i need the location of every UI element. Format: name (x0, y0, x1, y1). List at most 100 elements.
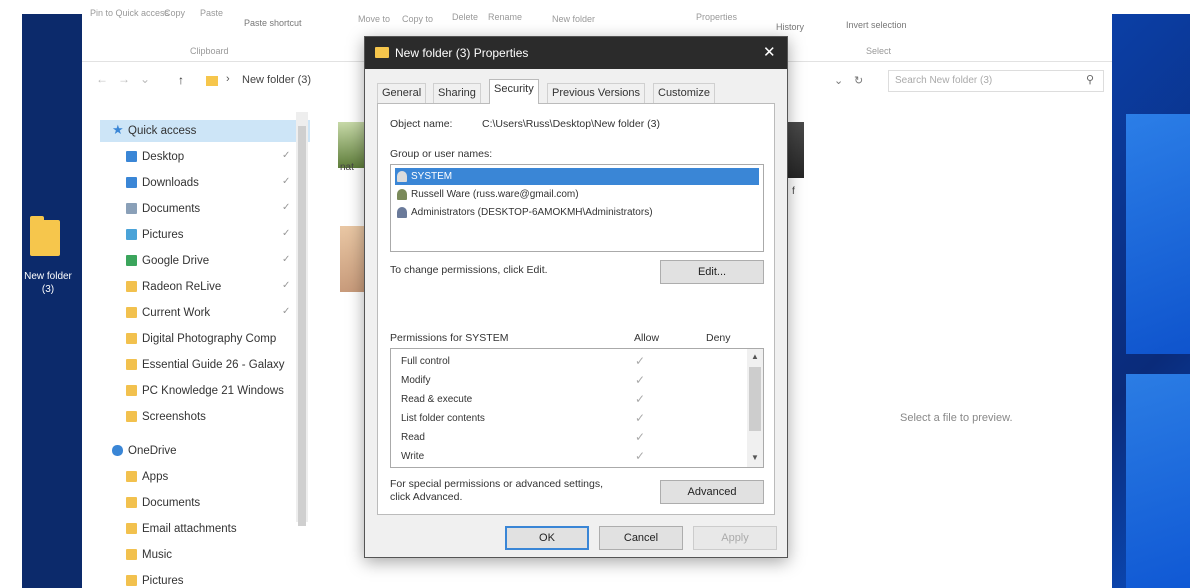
folder-icon[interactable] (30, 216, 60, 256)
pin-icon[interactable]: ✓ (282, 306, 290, 317)
copy-button[interactable]: Copy (164, 8, 185, 18)
paste-shortcut-button[interactable]: Paste shortcut (244, 18, 302, 28)
sidebar-item[interactable]: Digital Photography Comp (100, 328, 310, 350)
file-thumbnail[interactable] (788, 122, 804, 178)
sidebar-item[interactable]: Screenshots (100, 406, 310, 428)
sidebar-item[interactable]: Documents ✓ (100, 198, 310, 220)
move-to-button[interactable]: Move to (358, 14, 390, 24)
pin-icon[interactable]: ✓ (282, 202, 290, 213)
nav-scrollbar-thumb[interactable] (298, 126, 306, 526)
check-icon: ✓ (635, 354, 646, 368)
sidebar-item[interactable]: Music (100, 544, 310, 566)
properties-dialog: New folder (3) Properties ✕ General Shar… (364, 36, 788, 558)
close-icon[interactable]: ✕ (763, 43, 776, 61)
desktop-icon-label[interactable]: New folder (3) (20, 270, 76, 296)
back-arrow-icon[interactable]: ← (96, 72, 108, 86)
list-item[interactable]: Russell Ware (russ.ware@gmail.com) (395, 186, 759, 203)
pin-icon[interactable]: ✓ (282, 150, 290, 161)
up-arrow-icon[interactable]: ↑ (178, 73, 184, 87)
sidebar-item[interactable]: PC Knowledge 21 Windows (100, 380, 310, 402)
folder-icon (126, 333, 137, 344)
folder-icon (126, 359, 137, 370)
onedrive-item[interactable]: OneDrive (100, 440, 310, 462)
pin-icon[interactable]: ✓ (282, 176, 290, 187)
folder-icon (126, 203, 137, 214)
sidebar-item[interactable]: Pictures (100, 570, 310, 588)
search-input[interactable]: Search New folder (3) (888, 70, 1104, 92)
sidebar-item[interactable]: Current Work ✓ (100, 302, 310, 324)
recent-dropdown-icon[interactable]: ⌄ (140, 72, 150, 86)
sidebar-item[interactable]: Desktop ✓ (100, 146, 310, 168)
breadcrumb-path[interactable]: New folder (3) (242, 74, 311, 86)
folder-icon (126, 177, 137, 188)
sidebar-item-label: Email attachments (142, 523, 237, 535)
list-item[interactable]: Administrators (DESKTOP-6AMOKMH\Administ… (395, 204, 759, 221)
pin-quick-access-button[interactable]: Pin to Quick access (90, 8, 169, 18)
tab-sharing[interactable]: Sharing (433, 83, 481, 103)
user-group-icon (397, 171, 407, 182)
sidebar-item[interactable]: Essential Guide 26 - Galaxy (100, 354, 310, 376)
onedrive-label: OneDrive (128, 445, 177, 457)
dialog-title-bar[interactable]: New folder (3) Properties ✕ (365, 37, 787, 69)
rename-button[interactable]: Rename (488, 12, 522, 22)
permission-name: Read & execute (401, 394, 473, 405)
sidebar-item[interactable]: Google Drive ✓ (100, 250, 310, 272)
paste-button[interactable]: Paste (200, 8, 223, 18)
desktop-background-right (1112, 14, 1190, 588)
allow-column-header: Allow (634, 332, 660, 344)
pin-icon[interactable]: ✓ (282, 280, 290, 291)
sidebar-item-label: Screenshots (142, 411, 206, 423)
file-name-label[interactable]: f (792, 186, 795, 197)
sidebar-item[interactable]: Apps (100, 466, 310, 488)
sidebar-item[interactable]: Documents (100, 492, 310, 514)
select-group-label: Select (866, 46, 892, 56)
sidebar-item-label: Digital Photography Comp (142, 333, 277, 345)
search-icon[interactable]: ⚲ (1086, 73, 1094, 86)
tab-general[interactable]: General (377, 83, 427, 103)
permissions-scrollbar[interactable]: ▲ ▼ (747, 349, 763, 467)
ok-button[interactable]: OK (505, 526, 589, 550)
address-dropdown-icon[interactable]: ⌄ (834, 74, 843, 87)
apply-button[interactable]: Apply (693, 526, 777, 550)
scroll-up-icon[interactable]: ▲ (751, 352, 759, 361)
invert-selection-button[interactable]: Invert selection (846, 20, 907, 30)
tab-security[interactable]: Security (489, 79, 539, 104)
delete-button[interactable]: Delete (452, 12, 478, 22)
sidebar-item-label: Radeon ReLive (142, 281, 222, 293)
navigation-pane: ★ Quick access Desktop ✓ Downloads ✓ Documen… (100, 112, 310, 588)
sidebar-item[interactable]: Radeon ReLive ✓ (100, 276, 310, 298)
file-name-label[interactable]: nat (340, 162, 354, 173)
folder-icon (126, 549, 137, 560)
refresh-icon[interactable]: ↻ (854, 74, 863, 87)
sidebar-item[interactable]: Downloads ✓ (100, 172, 310, 194)
history-button[interactable]: History (776, 22, 804, 32)
edit-button[interactable]: Edit... (660, 260, 764, 284)
copy-to-button[interactable]: Copy to (402, 14, 433, 24)
scroll-down-icon[interactable]: ▼ (751, 453, 759, 462)
user-list[interactable]: SYSTEM Russell Ware (russ.ware@gmail.com… (390, 164, 764, 252)
permissions-list: Full control ✓ Modify ✓ Read & execute ✓ List … (390, 348, 764, 468)
pin-icon[interactable]: ✓ (282, 228, 290, 239)
quick-access-item[interactable]: ★ Quick access (100, 120, 310, 142)
star-icon: ★ (112, 122, 124, 137)
sidebar-item[interactable]: Pictures ✓ (100, 224, 310, 246)
new-folder-button[interactable]: New folder (552, 14, 595, 24)
nav-scrollbar[interactable] (296, 112, 308, 526)
permissions-scrollbar-thumb[interactable] (749, 367, 761, 431)
folder-icon (126, 471, 137, 482)
pin-icon[interactable]: ✓ (282, 254, 290, 265)
click-advanced-text: click Advanced. (390, 491, 463, 503)
sidebar-item[interactable]: Email attachments (100, 518, 310, 540)
tab-customize[interactable]: Customize (653, 83, 715, 103)
forward-arrow-icon[interactable]: → (118, 72, 130, 86)
permission-row: Full control ✓ (391, 353, 745, 372)
folder-icon (126, 307, 137, 318)
cancel-button[interactable]: Cancel (599, 526, 683, 550)
check-icon: ✓ (635, 392, 646, 406)
tab-previous-versions[interactable]: Previous Versions (547, 83, 646, 103)
advanced-button[interactable]: Advanced (660, 480, 764, 504)
permission-name: List folder contents (401, 413, 485, 424)
list-item[interactable]: SYSTEM (395, 168, 759, 185)
file-thumbnail[interactable] (340, 226, 364, 292)
properties-button[interactable]: Properties (696, 12, 737, 22)
